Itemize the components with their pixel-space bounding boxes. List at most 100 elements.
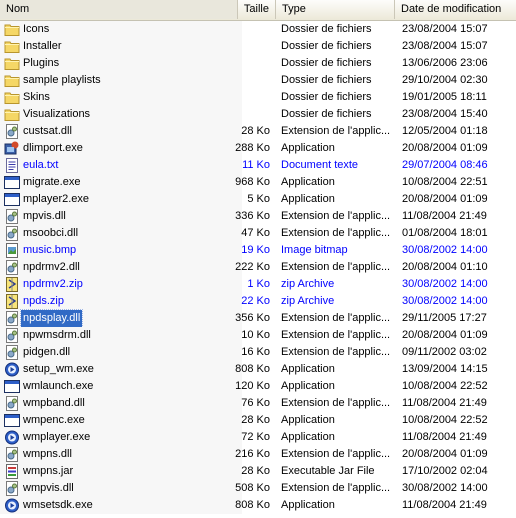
file-row[interactable]: wmpenc.exe 28 Ko Application 10/08/2004 22:… (0, 412, 516, 429)
file-row[interactable]: music.bmp 19 Ko Image bitmap 30/08/2002 14:… (0, 242, 516, 259)
file-size: 356 Ko (235, 312, 270, 324)
file-date: 20/08/2004 01:09 (402, 193, 488, 205)
file-row[interactable]: Plugins Dossier de fichiers 13/06/2006 23:… (0, 55, 516, 72)
file-name[interactable]: wmsetsdk.exe (21, 497, 95, 514)
file-row[interactable]: wmpband.dll 76 Ko Extension de l'applic...… (0, 395, 516, 412)
file-name[interactable]: wmpvis.dll (21, 480, 76, 497)
name-cell: Icons (0, 21, 242, 38)
file-row[interactable]: npdrmv2.zip 1 Ko zip Archive 30/08/2002 14:… (0, 276, 516, 293)
file-row[interactable]: setup_wm.exe 808 Ko Application 13/09/2004 … (0, 361, 516, 378)
name-cell: Visualizations (0, 106, 242, 123)
jar-file-icon (4, 464, 20, 479)
file-type: Application (281, 431, 335, 443)
file-name[interactable]: wmpns.dll (21, 446, 74, 463)
file-name[interactable]: dlimport.exe (21, 140, 85, 157)
folder-icon (4, 22, 20, 37)
file-date: 20/08/2004 01:09 (402, 142, 488, 154)
file-row[interactable]: Installer Dossier de fichiers 23/08/2004 1… (0, 38, 516, 55)
file-size: 968 Ko (235, 176, 270, 188)
file-name[interactable]: npdrmv2.zip (21, 276, 85, 293)
file-row[interactable]: eula.txt 11 Ko Document texte 29/07/2004 08… (0, 157, 516, 174)
file-name[interactable]: mplayer2.exe (21, 191, 91, 208)
file-row[interactable]: npwmsdrm.dll 10 Ko Extension de l'applic..… (0, 327, 516, 344)
file-date: 11/08/2004 21:49 (402, 210, 487, 222)
file-name[interactable]: migrate.exe (21, 174, 82, 191)
file-name[interactable]: pidgen.dll (21, 344, 72, 361)
file-size: 808 Ko (235, 363, 270, 375)
file-name[interactable]: Visualizations (21, 106, 92, 123)
file-name[interactable]: Plugins (21, 55, 61, 72)
file-size: 47 Ko (241, 227, 270, 239)
file-name[interactable]: wmpband.dll (21, 395, 87, 412)
file-row[interactable]: wmpns.jar 28 Ko Executable Jar File 17/10/2… (0, 463, 516, 480)
file-name[interactable]: npdsplay.dll (19, 309, 84, 328)
file-size: 22 Ko (241, 295, 270, 307)
file-name[interactable]: sample playlists (21, 72, 103, 89)
name-cell: wmpband.dll (0, 395, 242, 412)
dll-icon (4, 311, 20, 326)
file-row[interactable]: pidgen.dll 16 Ko Extension de l'applic... 0… (0, 344, 516, 361)
name-cell: setup_wm.exe (0, 361, 242, 378)
file-name[interactable]: Icons (21, 21, 51, 38)
column-header-name[interactable]: Nom (0, 0, 238, 19)
file-name[interactable]: Installer (21, 38, 64, 55)
file-row[interactable]: wmsetsdk.exe 808 Ko Application 11/08/2004 … (0, 497, 516, 514)
name-cell: wmpvis.dll (0, 480, 242, 497)
bitmap-icon (4, 243, 20, 258)
file-type: Extension de l'applic... (281, 227, 391, 239)
name-cell: eula.txt (0, 157, 242, 174)
file-name[interactable]: npwmsdrm.dll (21, 327, 93, 344)
file-name[interactable]: music.bmp (21, 242, 78, 259)
column-header-size[interactable]: Taille (238, 0, 276, 19)
file-name[interactable]: custsat.dll (21, 123, 74, 140)
file-type: Application (281, 363, 335, 375)
folder-icon (4, 90, 20, 105)
file-date: 30/08/2002 14:00 (402, 295, 488, 307)
file-row[interactable]: mpvis.dll 336 Ko Extension de l'applic... 1… (0, 208, 516, 225)
file-row[interactable]: npds.zip 22 Ko zip Archive 30/08/2002 14:00 (0, 293, 516, 310)
dll-icon (4, 396, 20, 411)
file-date: 30/08/2002 14:00 (402, 482, 488, 494)
column-header-type[interactable]: Type (276, 0, 395, 19)
file-row[interactable]: Icons Dossier de fichiers 23/08/2004 15:07 (0, 21, 516, 38)
file-row[interactable]: wmpvis.dll 508 Ko Extension de l'applic...… (0, 480, 516, 497)
file-name[interactable]: msoobci.dll (21, 225, 80, 242)
file-name[interactable]: wmpenc.exe (21, 412, 87, 429)
file-name[interactable]: npdrmv2.dll (21, 259, 82, 276)
name-cell: wmpns.dll (0, 446, 242, 463)
file-date: 10/08/2004 22:52 (402, 380, 488, 392)
file-row[interactable]: wmplayer.exe 72 Ko Application 11/08/2004 2… (0, 429, 516, 446)
file-row[interactable]: Skins Dossier de fichiers 19/01/2005 18:11 (0, 89, 516, 106)
file-row[interactable]: dlimport.exe 288 Ko Application 20/08/2004 … (0, 140, 516, 157)
file-name[interactable]: wmplayer.exe (21, 429, 92, 446)
dll-icon (4, 447, 20, 462)
file-type: Image bitmap (281, 244, 348, 256)
folder-icon (4, 73, 20, 88)
file-size: 808 Ko (235, 499, 270, 511)
file-name[interactable]: setup_wm.exe (21, 361, 96, 378)
application-window-icon (4, 192, 20, 207)
file-name[interactable]: eula.txt (21, 157, 60, 174)
file-row[interactable]: npdsplay.dll 356 Ko Extension de l'applic.… (0, 309, 516, 328)
file-row[interactable]: sample playlists Dossier de fichiers 29/10… (0, 72, 516, 89)
name-cell: Plugins (0, 55, 242, 72)
file-row[interactable]: Visualizations Dossier de fichiers 23/08/2… (0, 106, 516, 123)
file-list: Icons Dossier de fichiers 23/08/2004 15:07… (0, 21, 516, 514)
file-name[interactable]: Skins (21, 89, 52, 106)
column-header-date[interactable]: Date de modification (395, 0, 516, 19)
file-name[interactable]: wmlaunch.exe (21, 378, 95, 395)
file-name[interactable]: mpvis.dll (21, 208, 68, 225)
file-name[interactable]: npds.zip (21, 293, 66, 310)
file-row[interactable]: migrate.exe 968 Ko Application 10/08/2004 2… (0, 174, 516, 191)
file-row[interactable]: wmlaunch.exe 120 Ko Application 10/08/2004 … (0, 378, 516, 395)
file-date: 20/08/2004 01:10 (402, 261, 488, 273)
file-row[interactable]: custsat.dll 28 Ko Extension de l'applic...… (0, 123, 516, 140)
file-row[interactable]: wmpns.dll 216 Ko Extension de l'applic... 2… (0, 446, 516, 463)
file-row[interactable]: npdrmv2.dll 222 Ko Extension de l'applic..… (0, 259, 516, 276)
file-type: Extension de l'applic... (281, 210, 391, 222)
file-row[interactable]: msoobci.dll 47 Ko Extension de l'applic...… (0, 225, 516, 242)
file-row[interactable]: mplayer2.exe 5 Ko Application 20/08/2004 01… (0, 191, 516, 208)
name-cell: npdrmv2.dll (0, 259, 242, 276)
file-size: 28 Ko (241, 414, 270, 426)
file-name[interactable]: wmpns.jar (21, 463, 75, 480)
